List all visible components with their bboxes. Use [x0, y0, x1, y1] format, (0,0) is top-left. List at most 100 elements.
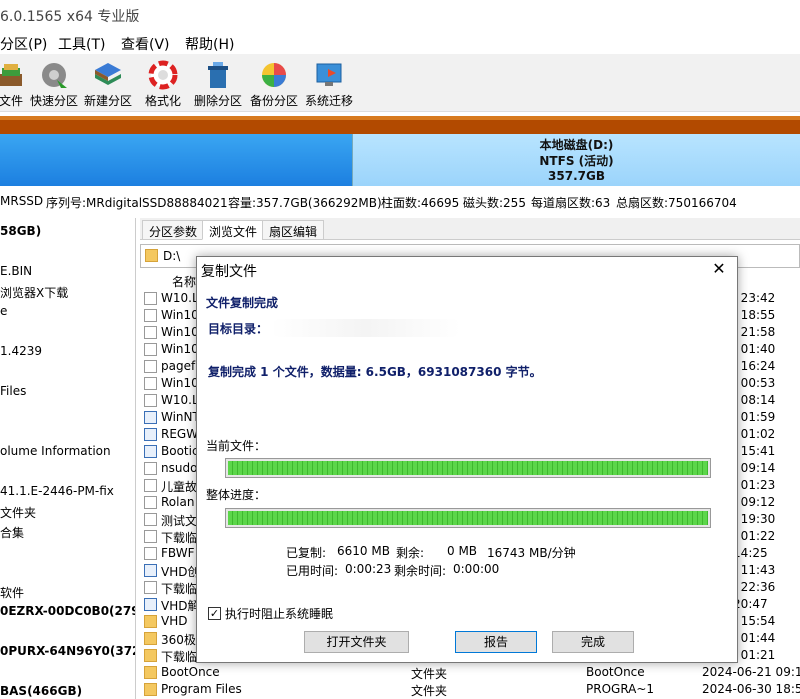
file-name: BootOnce: [161, 665, 220, 679]
exe-icon: [144, 411, 157, 424]
exe-icon: [144, 564, 157, 577]
tree-item[interactable]: 软件: [0, 584, 24, 601]
document-icon: [144, 547, 157, 560]
menu-view[interactable]: 查看(V): [121, 34, 170, 54]
tab-browse-files[interactable]: 浏览文件: [202, 220, 265, 240]
disk-strip: [0, 116, 800, 134]
exe-icon: [144, 428, 157, 441]
file-row[interactable]: Program Files 文件夹 PROGRA~1 2024-06-30 18:51: [140, 681, 800, 698]
format-icon: [148, 60, 178, 90]
file-name: Bootic: [161, 444, 199, 458]
menu-partition[interactable]: 分区(P): [0, 34, 47, 54]
format-button[interactable]: 格式化: [140, 58, 186, 110]
document-icon: [144, 309, 157, 322]
folder-icon: [144, 615, 157, 628]
document-icon: [144, 513, 157, 526]
tree-item[interactable]: 41.1.E-2446-PM-fix: [0, 484, 114, 498]
file-short-name: PROGRA~1: [586, 682, 655, 696]
file-name: 下载临: [161, 582, 198, 596]
overall-progress: [225, 508, 711, 528]
file-name: 儿童故: [161, 480, 198, 494]
copied-label: 已复制:: [286, 546, 327, 560]
delete-partition-button[interactable]: 删除分区: [192, 58, 244, 110]
disk-model: MRSSD: [0, 194, 44, 208]
disk-total-sectors: 总扇区数:750166704: [616, 196, 737, 210]
tab-sector-edit[interactable]: 扇区编辑: [262, 220, 325, 240]
dialog-status: 文件复制完成: [206, 296, 279, 310]
file-name: VHD: [161, 614, 188, 628]
tree-item[interactable]: Files: [0, 384, 26, 398]
folder-icon: [144, 632, 157, 645]
column-name[interactable]: 名称: [172, 273, 196, 290]
remaining-time-label: 剩余时间:: [394, 564, 447, 578]
quick-partition-button[interactable]: 快速分区: [28, 58, 80, 110]
prevent-sleep-label: 执行时阻止系统睡眠: [225, 607, 334, 621]
file-name: 下载临: [161, 531, 198, 545]
tree-item[interactable]: 58GB): [0, 224, 41, 238]
file-name: Rolan: [161, 495, 195, 509]
overall-progress-label: 整体进度：: [206, 488, 267, 502]
document-icon: [144, 343, 157, 356]
file-name: WinNT: [161, 410, 200, 424]
disk-map: 本地磁盘(D:) NTFS (活动) 357.7GB: [0, 134, 800, 186]
file-date: 2024-06-21 09:14: [702, 665, 800, 679]
file-name: Win10: [161, 308, 199, 322]
tree-item[interactable]: 1.4239: [0, 344, 42, 358]
done-button[interactable]: 完成: [552, 631, 634, 653]
remaining-time-value: 0:00:00: [453, 562, 500, 576]
close-icon[interactable]: ✕: [709, 259, 729, 279]
disk-capacity: 容量:357.7GB(366292MB): [228, 196, 382, 210]
backup-partition-button[interactable]: 备份分区: [248, 58, 300, 110]
partition-size: 357.7GB: [548, 169, 605, 183]
tab-bar: 分区参数 浏览文件 扇区编辑: [140, 218, 800, 240]
tree-item[interactable]: E.BIN: [0, 264, 32, 278]
disk-cylinders: 柱面数:46695: [381, 196, 460, 210]
partition-block-d[interactable]: 本地磁盘(D:) NTFS (活动) 357.7GB: [352, 134, 800, 186]
disk-sectors-per-track: 每道扇区数:63: [531, 196, 611, 210]
copied-value: 6610 MB: [337, 544, 390, 558]
file-name: 下载临: [161, 650, 198, 664]
partition-block-c[interactable]: [0, 134, 352, 186]
open-folder-button[interactable]: 打开文件夹: [304, 631, 409, 653]
tree-item[interactable]: 合集: [0, 524, 24, 541]
document-icon: [144, 377, 157, 390]
file-name: VHD创: [161, 565, 200, 579]
tree-item[interactable]: e: [0, 304, 7, 318]
document-icon: [144, 496, 157, 509]
file-date: 2024-06-30 18:51: [702, 682, 800, 696]
disk-info-bar: MRSSD 序列号:MRdigitalSSD88884021 容量:357.7G…: [0, 192, 800, 214]
file-name: pagef: [161, 359, 196, 373]
file-name: FBWF: [161, 546, 195, 560]
partition-label: 本地磁盘(D:): [539, 138, 614, 152]
remaining-value: 0 MB: [447, 544, 478, 558]
file-type: 文件夹: [411, 667, 448, 681]
exe-icon: [144, 598, 157, 611]
tree-item[interactable]: 文件夹: [0, 504, 36, 521]
elapsed-label: 已用时间:: [286, 564, 339, 578]
copy-summary: 复制完成 1 个文件，数据量: 6.5GB，6931087360 字节。: [208, 365, 542, 379]
overall-progress-fill: [228, 511, 708, 525]
file-type: 文件夹: [411, 684, 448, 698]
tree-disk-item[interactable]: 0EZRX-00DC0B0(2795: [0, 604, 135, 618]
file-row[interactable]: BootOnce 文件夹 BootOnce 2024-06-21 09:14: [140, 664, 800, 681]
file-name: VHD解: [161, 599, 200, 613]
tree-item[interactable]: olume Information: [0, 444, 111, 458]
elapsed-value: 0:00:23: [345, 562, 392, 576]
menu-help[interactable]: 帮助(H): [185, 34, 234, 54]
tab-partition-params[interactable]: 分区参数: [142, 220, 205, 240]
tree-disk-item[interactable]: BAS(466GB): [0, 684, 82, 698]
tree-disk-item[interactable]: 0PURX-64N96Y0(3726: [0, 644, 135, 658]
new-partition-button[interactable]: 新建分区: [82, 58, 134, 110]
menu-bar: 分区(P) 工具(T) 查看(V) 帮助(H): [0, 32, 800, 54]
target-directory-value: [271, 319, 461, 337]
system-migration-button[interactable]: 系统迁移: [302, 58, 356, 110]
file-button[interactable]: 文件: [0, 58, 28, 110]
menu-tools[interactable]: 工具(T): [58, 34, 105, 54]
exe-icon: [144, 445, 157, 458]
report-button[interactable]: 报告: [455, 631, 537, 653]
prevent-sleep-checkbox[interactable]: ✓: [208, 607, 221, 620]
disk-tree: 58GB) E.BIN 浏览器X下载 e 1.4239 Files olume …: [0, 218, 136, 699]
tree-item[interactable]: 浏览器X下载: [0, 284, 68, 301]
file-name: W10.L: [161, 393, 199, 407]
file-name: W10.L: [161, 291, 199, 305]
